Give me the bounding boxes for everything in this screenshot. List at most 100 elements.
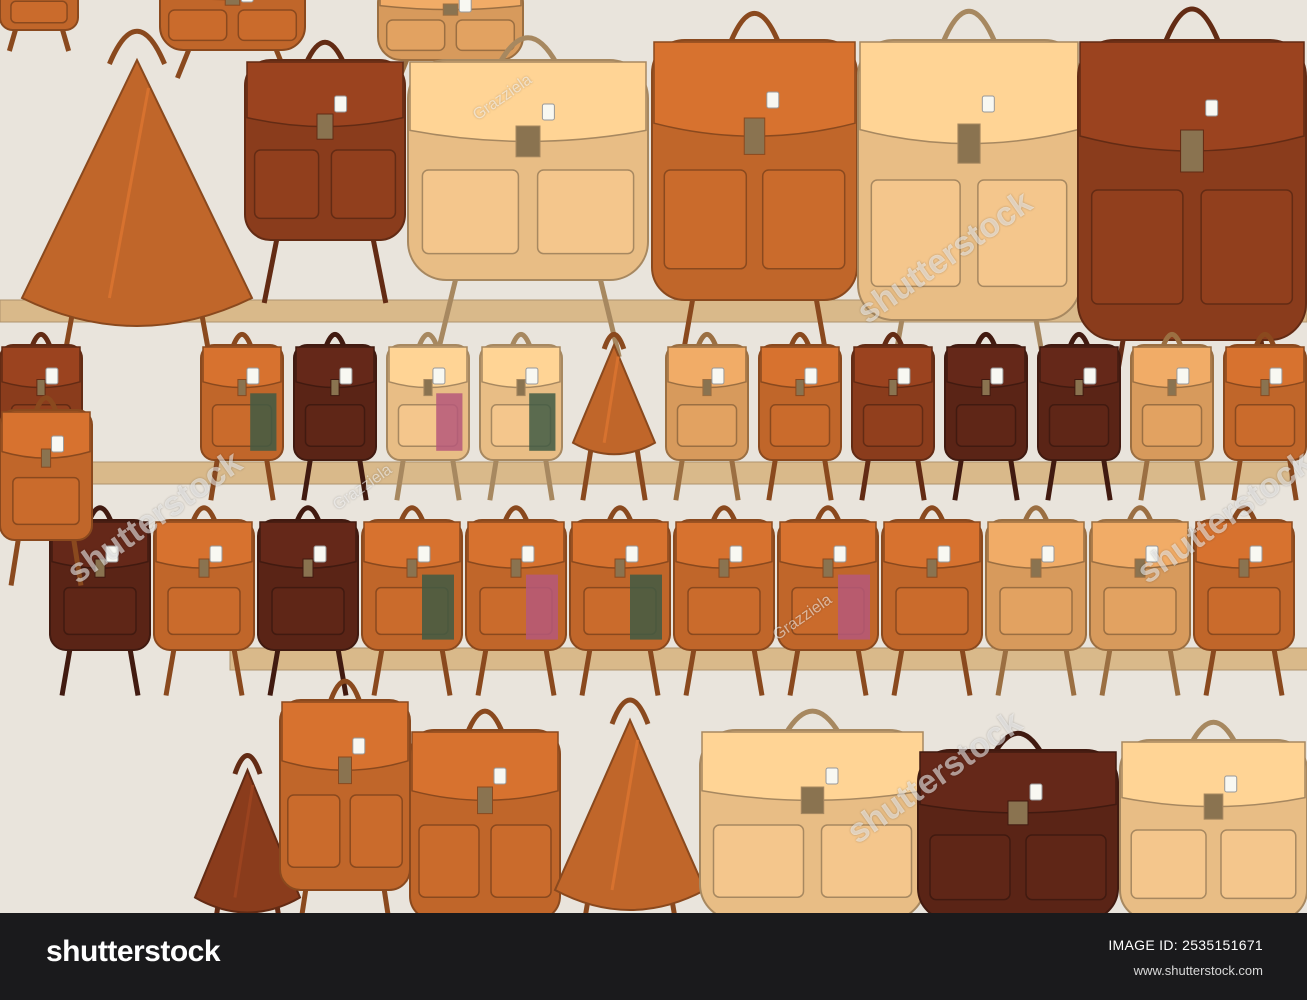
backpack-pocket — [955, 404, 1017, 447]
price-tag — [766, 91, 780, 109]
backpack-pocket — [712, 824, 805, 898]
backpack-buckle — [515, 125, 541, 158]
price-tag — [981, 95, 995, 113]
backpack-buckle — [442, 3, 459, 16]
backpack-pocket — [1048, 404, 1110, 447]
price-tag — [209, 545, 223, 563]
backpack-pocket — [418, 824, 480, 898]
backpack-pocket — [1207, 586, 1281, 636]
price-tag — [352, 737, 366, 755]
backpack-buckle — [406, 558, 418, 578]
backpack-buckle — [981, 379, 991, 397]
backpack-pocket — [1234, 404, 1296, 447]
price-tag — [246, 367, 260, 385]
backpack-pocket — [999, 586, 1073, 636]
backpack-buckle — [36, 379, 46, 397]
backpack-pocket — [385, 19, 446, 52]
backpack-buckle — [40, 448, 52, 468]
backpack-buckle — [1180, 129, 1204, 173]
backpack-pocket — [769, 404, 831, 447]
backpack-buckle — [423, 379, 433, 397]
wooden-rail — [229, 647, 1307, 671]
backpack-pocket — [330, 149, 397, 220]
backpack-pocket — [63, 586, 137, 636]
backpack-pocket — [1220, 829, 1297, 900]
backpack-pocket — [12, 476, 80, 526]
backpack-color-panel — [838, 574, 870, 640]
price-tag — [541, 103, 555, 121]
price-tag — [51, 435, 65, 453]
price-tag — [458, 0, 472, 13]
backpack-buckle — [1238, 558, 1250, 578]
price-tag — [1041, 545, 1055, 563]
price-tag — [833, 545, 847, 563]
photo: shutterstock shutterstock shutterstock s… — [0, 0, 1307, 913]
footer-url: www.shutterstock.com — [1133, 963, 1263, 978]
backpack-pocket — [421, 169, 520, 255]
backpack-wall-scene — [0, 0, 1307, 913]
price-tag — [525, 367, 539, 385]
backpack-pocket — [687, 586, 761, 636]
price-tag — [313, 545, 327, 563]
backpack-pocket — [862, 404, 924, 447]
backpack-pocket — [1141, 404, 1203, 447]
backpack-pocket — [490, 824, 552, 898]
backpack-color-panel — [436, 393, 463, 451]
price-tag — [417, 545, 431, 563]
backpack-buckle — [1007, 800, 1029, 826]
backpack-buckle — [198, 558, 210, 578]
price-tag — [897, 367, 911, 385]
price-tag — [432, 367, 446, 385]
backpack-pocket — [271, 586, 345, 636]
backpack-color-panel — [250, 393, 277, 451]
backpack-pocket — [287, 794, 341, 868]
backpack-buckle — [330, 379, 340, 397]
backpack-buckle — [800, 786, 825, 815]
backpack-pocket — [895, 586, 969, 636]
backpack-buckle — [1074, 379, 1084, 397]
price-tag — [493, 767, 507, 785]
backpack-buckle — [957, 123, 981, 164]
backpack-buckle — [926, 558, 938, 578]
price-tag — [825, 767, 839, 785]
backpack-pocket — [536, 169, 635, 255]
backpack-buckle — [888, 379, 898, 397]
backpack-buckle — [516, 379, 526, 397]
backpack-pocket — [304, 404, 366, 447]
backpack-color-panel — [630, 574, 662, 640]
footer-logo: shutterstock — [46, 935, 221, 968]
price-tag — [625, 545, 639, 563]
backpack-pocket — [1200, 189, 1294, 305]
backpack-pocket — [10, 0, 68, 24]
backpack-buckle — [1203, 793, 1224, 820]
backpack-buckle — [743, 117, 766, 155]
price-tag — [1176, 367, 1190, 385]
footer-image-id: IMAGE ID: 2535151671 — [1108, 937, 1263, 953]
backpack-pocket — [167, 586, 241, 636]
backpack-buckle — [795, 379, 805, 397]
price-tag — [1205, 99, 1219, 117]
backpack-pocket — [455, 19, 516, 52]
backpack-buckle — [1260, 379, 1270, 397]
backpack-buckle — [1167, 379, 1177, 397]
price-tag — [334, 95, 348, 113]
backpack-buckle — [316, 113, 334, 140]
backpack-pocket — [237, 9, 298, 42]
backpack-buckle — [510, 558, 522, 578]
backpack-buckle — [302, 558, 314, 578]
backpack-buckle — [614, 558, 626, 578]
backpack-pocket — [1130, 829, 1207, 900]
backpack-pocket — [929, 834, 1011, 901]
backpack-pocket — [349, 794, 403, 868]
backpack-pocket — [253, 149, 320, 220]
backpack-pocket — [761, 169, 846, 270]
price-tag — [804, 367, 818, 385]
price-tag — [1269, 367, 1283, 385]
backpack-color-panel — [529, 393, 556, 451]
backpack-pocket — [1103, 586, 1177, 636]
price-tag — [240, 0, 254, 3]
price-tag — [521, 545, 535, 563]
backpack-pocket — [1025, 834, 1107, 901]
backpack-buckle — [822, 558, 834, 578]
backpack-buckle — [477, 786, 493, 815]
